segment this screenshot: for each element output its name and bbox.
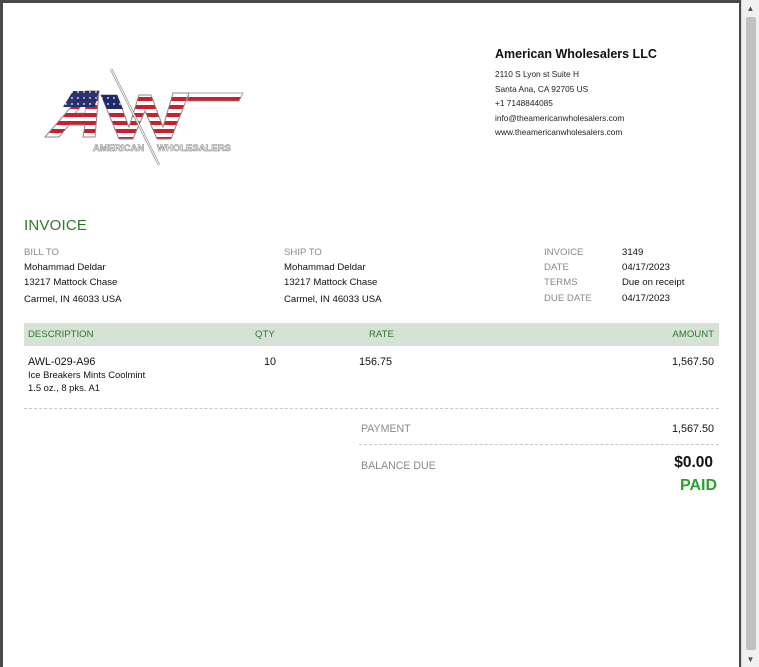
balance-due-label: BALANCE DUE [361,460,436,472]
header-description: DESCRIPTION [28,329,94,340]
line-items-header: DESCRIPTION QTY RATE AMOUNT [24,323,719,346]
item-amount: 1,567.50 [671,356,714,368]
ship-to-label: SHIP TO [284,247,322,258]
item-qty: 10 [264,356,277,368]
company-name: American Wholesalers LLC [495,47,657,61]
company-logo: AMERICAN WHOLESALERS [39,65,249,171]
item-rate: 156.75 [359,356,393,368]
meta-key: DUE DATE [544,293,592,304]
viewer-window: AMERICAN WHOLESALERS American Wholesaler… [0,0,759,667]
meta-row-terms: TERMS Due on receipt [544,275,684,291]
ship-to-name: Mohammad Deldar [284,262,366,273]
bill-to-street: 13217 Mattock Chase [24,277,118,288]
totals-divider [359,444,719,445]
payment-label: PAYMENT [361,423,411,435]
scroll-down-icon[interactable]: ▼ [742,651,759,667]
ship-to-street: 13217 Mattock Chase [284,277,378,288]
meta-row-due-date: DUE DATE 04/17/2023 [544,291,684,306]
header-rate: RATE [369,329,394,340]
payment-value: 1,567.50 [671,423,714,435]
balance-due-value: $0.00 [674,454,713,471]
logo-tagline-left: AMERICAN [93,143,144,154]
items-divider [24,408,719,409]
bill-to-block: BILL TO Mohammad Deldar 13217 Mattock Ch… [24,245,122,307]
scroll-up-icon[interactable]: ▲ [742,0,759,16]
item-detail: 1.5 oz., 8 pks. A1 [28,382,100,393]
bill-to-city: Carmel, IN 46033 USA [24,294,122,305]
invoice-page: AMERICAN WHOLESALERS American Wholesaler… [3,3,739,667]
document-heading: INVOICE [24,217,88,234]
meta-key: INVOICE [544,247,584,258]
meta-value: 04/17/2023 [622,293,671,304]
awl-logo-icon: AMERICAN WHOLESALERS [43,68,244,166]
header-qty: QTY [255,329,275,340]
bill-to-label: BILL TO [24,247,60,258]
header-amount: AMOUNT [672,329,714,340]
company-email[interactable]: info@theamericanwholesalers.com [495,111,735,126]
meta-value: Due on receipt [622,277,685,288]
meta-row-invoice: INVOICE 3149 [544,245,684,260]
company-phone: +1 7148844085 [495,98,553,108]
bill-to-name: Mohammad Deldar [24,262,106,273]
scrollbar-thumb[interactable] [746,17,756,650]
company-address-line1: 2110 S Lyon st Suite H [495,69,579,79]
ship-to-city: Carmel, IN 46033 USA [284,294,382,305]
meta-value: 04/17/2023 [622,262,671,273]
meta-row-date: DATE 04/17/2023 [544,260,684,275]
company-address-line2: Santa Ana, CA 92705 US [495,83,589,94]
item-sku: AWL-029-A96 [28,356,96,368]
meta-value: 3149 [622,247,644,258]
meta-key: TERMS [544,277,578,288]
item-name: Ice Breakers Mints Coolmint [28,369,146,380]
table-row: AWL-029-A96 Ice Breakers Mints Coolmint … [24,355,719,405]
logo-tagline-right: WHOLESALERS [157,143,231,154]
vertical-scrollbar[interactable]: ▲ ▼ [741,0,759,667]
company-info: American Wholesalers LLC 2110 S Lyon st … [495,47,735,140]
invoice-meta: INVOICE 3149 DATE 04/17/2023 TERMS Due o… [544,245,684,306]
meta-key: DATE [544,262,569,273]
ship-to-block: SHIP TO Mohammad Deldar 13217 Mattock Ch… [284,245,382,307]
company-website[interactable]: www.theamericanwholesalers.com [495,125,735,140]
paid-status-badge: PAID [679,477,717,494]
